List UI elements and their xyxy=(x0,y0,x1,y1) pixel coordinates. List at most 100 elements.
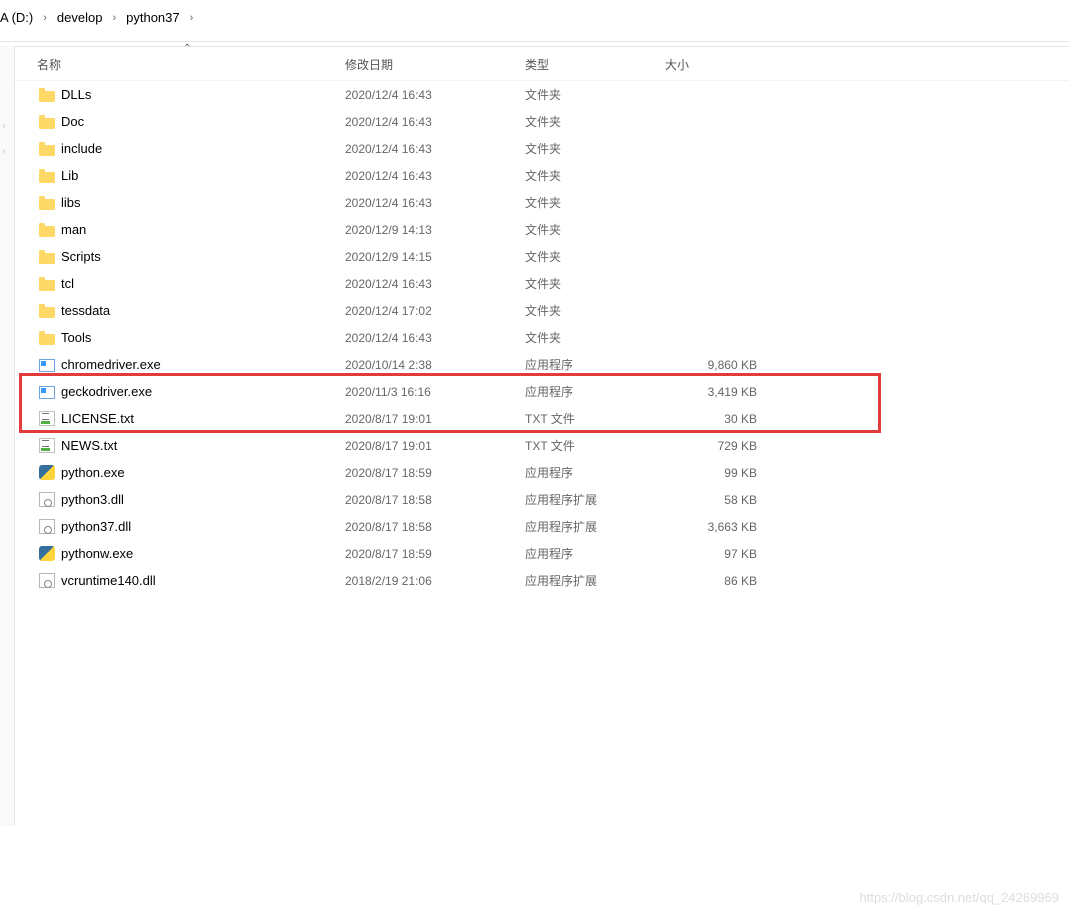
file-type: 应用程序 xyxy=(525,464,665,481)
file-size: 58 KB xyxy=(665,493,775,507)
file-date: 2020/12/4 17:02 xyxy=(345,304,525,318)
file-type: 文件夹 xyxy=(525,248,665,265)
file-row[interactable]: Lib2020/12/4 16:43文件夹 xyxy=(15,162,1069,189)
file-date: 2020/8/17 19:01 xyxy=(345,412,525,426)
file-name: libs xyxy=(61,195,81,210)
file-name: Tools xyxy=(61,330,91,345)
file-name: tcl xyxy=(61,276,74,291)
file-date: 2020/12/4 16:43 xyxy=(345,277,525,291)
file-list: ⌃ 名称 修改日期 类型 大小 DLLs2020/12/4 16:43文件夹Do… xyxy=(15,46,1069,913)
file-date: 2020/12/4 16:43 xyxy=(345,169,525,183)
file-date: 2020/12/4 16:43 xyxy=(345,196,525,210)
breadcrumb[interactable]: A (D:) › develop › python37 › xyxy=(0,0,1069,42)
file-row[interactable]: man2020/12/9 14:13文件夹 xyxy=(15,216,1069,243)
dll-icon xyxy=(39,492,55,507)
file-type: 应用程序扩展 xyxy=(525,572,665,589)
file-type: 文件夹 xyxy=(525,86,665,103)
file-date: 2020/12/9 14:13 xyxy=(345,223,525,237)
file-size: 3,663 KB xyxy=(665,520,775,534)
python-icon xyxy=(39,546,55,561)
file-type: 文件夹 xyxy=(525,329,665,346)
file-row[interactable]: NEWS.txt2020/8/17 19:01TXT 文件729 KB xyxy=(15,432,1069,459)
file-type: 文件夹 xyxy=(525,194,665,211)
folder-icon xyxy=(39,226,55,237)
column-header-name[interactable]: 名称 xyxy=(15,54,345,73)
sidebar xyxy=(0,46,15,826)
file-name: python37.dll xyxy=(61,519,131,534)
file-row[interactable]: tessdata2020/12/4 17:02文件夹 xyxy=(15,297,1069,324)
column-header-date[interactable]: 修改日期 xyxy=(345,54,525,73)
file-date: 2018/2/19 21:06 xyxy=(345,574,525,588)
column-header-type[interactable]: 类型 xyxy=(525,54,665,73)
file-type: TXT 文件 xyxy=(525,437,665,454)
file-type: 应用程序 xyxy=(525,545,665,562)
file-type: 应用程序 xyxy=(525,356,665,373)
file-type: TXT 文件 xyxy=(525,410,665,427)
file-size: 729 KB xyxy=(665,439,775,453)
file-name: python.exe xyxy=(61,465,125,480)
file-name: Lib xyxy=(61,168,78,183)
watermark: https://blog.csdn.net/qq_24269969 xyxy=(860,890,1060,905)
file-date: 2020/12/4 16:43 xyxy=(345,142,525,156)
file-date: 2020/12/9 14:15 xyxy=(345,250,525,264)
file-row[interactable]: tcl 2020/12/4 16:43文件夹 xyxy=(15,270,1069,297)
file-type: 应用程序扩展 xyxy=(525,491,665,508)
file-date: 2020/11/3 16:16 xyxy=(345,385,525,399)
file-type: 文件夹 xyxy=(525,113,665,130)
chevron-right-icon[interactable]: › xyxy=(43,12,47,24)
file-row[interactable]: DLLs2020/12/4 16:43文件夹 xyxy=(15,81,1069,108)
file-date: 2020/8/17 18:58 xyxy=(345,520,525,534)
file-date: 2020/8/17 18:59 xyxy=(345,466,525,480)
file-row[interactable]: Doc 2020/12/4 16:43文件夹 xyxy=(15,108,1069,135)
file-name: NEWS.txt xyxy=(61,438,117,453)
file-type: 文件夹 xyxy=(525,140,665,157)
file-name: geckodriver.exe xyxy=(61,384,152,399)
folder-icon xyxy=(39,253,55,264)
file-name: LICENSE.txt xyxy=(61,411,134,426)
breadcrumb-item[interactable]: A (D:) xyxy=(0,10,33,25)
folder-icon xyxy=(39,118,55,129)
file-date: 2020/12/4 16:43 xyxy=(345,331,525,345)
file-name: python3.dll xyxy=(61,492,124,507)
exe-blue-icon xyxy=(39,386,55,399)
file-row[interactable]: LICENSE.txt 2020/8/17 19:01TXT 文件30 KB xyxy=(15,405,1069,432)
file-name: man xyxy=(61,222,86,237)
file-row[interactable]: libs 2020/12/4 16:43文件夹 xyxy=(15,189,1069,216)
file-row[interactable]: python.exe 2020/8/17 18:59应用程序99 KB xyxy=(15,459,1069,486)
file-size: 3,419 KB xyxy=(665,385,775,399)
file-row[interactable]: python37.dll 2020/8/17 18:58应用程序扩展3,663 K… xyxy=(15,513,1069,540)
file-row[interactable]: pythonw.exe2020/8/17 18:59应用程序97 KB xyxy=(15,540,1069,567)
folder-icon xyxy=(39,280,55,291)
file-size: 30 KB xyxy=(665,412,775,426)
file-name: Doc xyxy=(61,114,84,129)
dll-icon xyxy=(39,519,55,534)
file-name: Scripts xyxy=(61,249,101,264)
chevron-right-icon[interactable]: › xyxy=(190,12,194,24)
file-name: include xyxy=(61,141,102,156)
file-date: 2020/8/17 18:59 xyxy=(345,547,525,561)
file-size: 97 KB xyxy=(665,547,775,561)
file-row[interactable]: python3.dll2020/8/17 18:58应用程序扩展58 KB xyxy=(15,486,1069,513)
file-row[interactable]: chromedriver.exe2020/10/14 2:38应用程序9,860… xyxy=(15,351,1069,378)
chevron-right-icon[interactable]: › xyxy=(112,12,116,24)
breadcrumb-item[interactable]: develop xyxy=(57,10,103,25)
file-name: chromedriver.exe xyxy=(61,357,161,372)
file-row[interactable]: geckodriver.exe2020/11/3 16:16应用程序3,419 … xyxy=(15,378,1069,405)
folder-icon xyxy=(39,307,55,318)
file-row[interactable]: vcruntime140.dll2018/2/19 21:06应用程序扩展86 … xyxy=(15,567,1069,594)
file-row[interactable]: Scripts 2020/12/9 14:15文件夹 xyxy=(15,243,1069,270)
folder-icon xyxy=(39,199,55,210)
file-row[interactable]: Tools 2020/12/4 16:43文件夹 xyxy=(15,324,1069,351)
file-type: 应用程序扩展 xyxy=(525,518,665,535)
column-header-row: ⌃ 名称 修改日期 类型 大小 xyxy=(15,47,1069,81)
tree-expand-icons: ›› xyxy=(2,120,6,158)
file-size: 99 KB xyxy=(665,466,775,480)
file-row[interactable]: include 2020/12/4 16:43文件夹 xyxy=(15,135,1069,162)
dll-icon xyxy=(39,573,55,588)
file-type: 文件夹 xyxy=(525,302,665,319)
file-date: 2020/12/4 16:43 xyxy=(345,115,525,129)
file-type: 文件夹 xyxy=(525,275,665,292)
column-header-size[interactable]: 大小 xyxy=(665,54,775,73)
breadcrumb-item[interactable]: python37 xyxy=(126,10,180,25)
file-date: 2020/10/14 2:38 xyxy=(345,358,525,372)
